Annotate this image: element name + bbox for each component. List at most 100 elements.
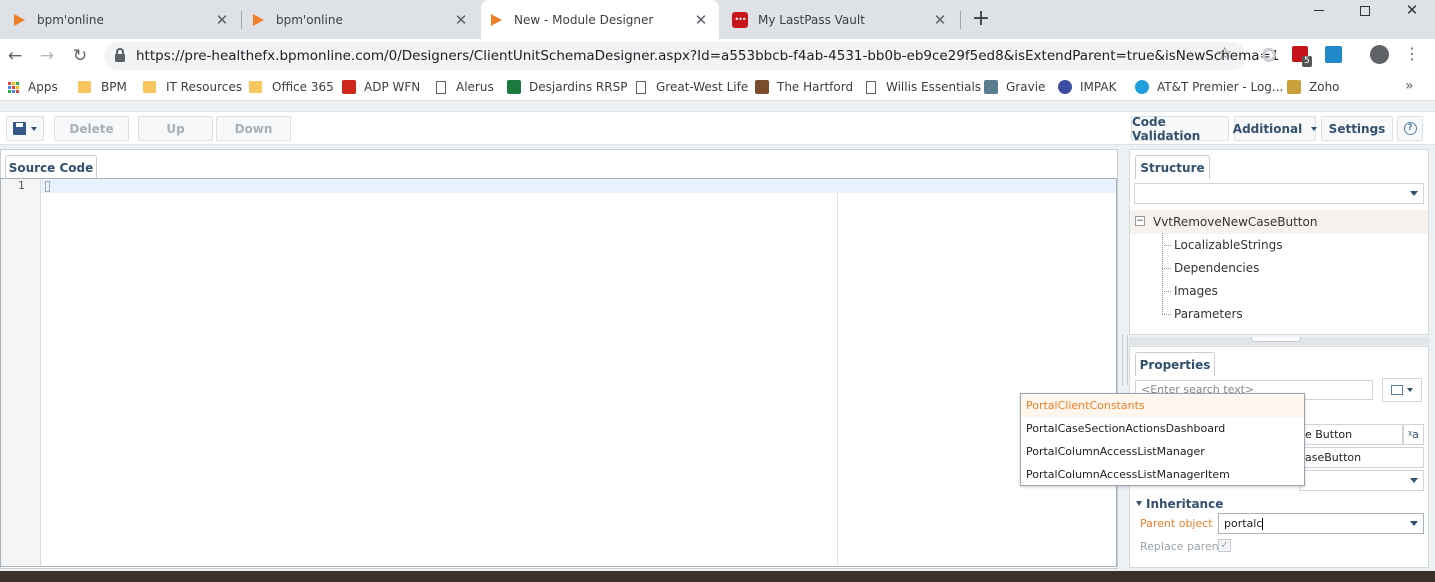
bookmark-label: Gravie: [1006, 80, 1046, 94]
browser-tab-4[interactable]: ••• My LastPass Vault ✕: [722, 0, 958, 39]
inheritance-section-title[interactable]: Inheritance: [1146, 497, 1223, 511]
bookmark-the-hartford[interactable]: The Hartford: [755, 78, 853, 96]
bookmark-great-west-life[interactable]: Great-West Life: [636, 78, 748, 96]
tree-node-images[interactable]: Images: [1174, 284, 1218, 298]
close-icon[interactable]: ✕: [453, 11, 469, 29]
att-globe-icon: [1135, 80, 1149, 94]
maximize-button[interactable]: [1350, 0, 1380, 20]
collapse-icon[interactable]: −: [1135, 216, 1145, 226]
bookmark-adp-wfn[interactable]: ADP WFN: [342, 78, 420, 96]
caption-field[interactable]: e Button: [1299, 424, 1403, 445]
code-validation-button[interactable]: Code Validation: [1131, 115, 1229, 143]
tab-structure[interactable]: Structure: [1135, 155, 1210, 179]
autocomplete-item-highlighted[interactable]: PortalClientConstants: [1026, 399, 1145, 412]
back-button[interactable]: ←: [5, 46, 25, 66]
down-button[interactable]: Down: [216, 116, 291, 141]
bookmark-zoho[interactable]: Zoho: [1287, 78, 1340, 96]
gravie-icon: [984, 80, 998, 94]
tab-source-code[interactable]: Source Code: [5, 155, 97, 179]
replace-parent-checkbox[interactable]: ✓: [1218, 539, 1231, 552]
tree-node-localizable-strings[interactable]: LocalizableStrings: [1174, 238, 1283, 252]
chevron-down-icon: [1410, 521, 1418, 526]
saml-extension-icon[interactable]: [1325, 46, 1342, 63]
browser-tab-2[interactable]: bpm'online ✕: [243, 0, 479, 39]
bookmark-it-resources[interactable]: IT Resources: [143, 78, 242, 96]
zoho-icon: [1287, 80, 1301, 94]
more-bookmarks-button[interactable]: »: [1405, 78, 1414, 94]
bookmark-label: Great-West Life: [656, 80, 749, 94]
profile-avatar[interactable]: [1370, 45, 1389, 64]
tab-title: bpm'online: [276, 12, 343, 27]
tab-properties[interactable]: Properties: [1135, 352, 1215, 376]
bookmark-bpm[interactable]: BPM: [78, 78, 127, 96]
tab-title: bpm'online: [37, 12, 104, 27]
tab-divider: [241, 11, 242, 29]
chevron-down-icon: [1407, 388, 1413, 392]
bookmark-apps[interactable]: Apps: [8, 78, 58, 96]
adp-icon: [342, 80, 356, 94]
taskbar-edge: [0, 571, 1435, 582]
settings-button[interactable]: Settings: [1321, 116, 1393, 141]
package-select[interactable]: [1299, 470, 1424, 491]
bookmark-willis-essentials[interactable]: Willis Essentials: [866, 78, 981, 96]
window-close-button[interactable]: ✕: [1397, 0, 1427, 20]
autocomplete-item[interactable]: PortalColumnAccessListManager: [1026, 445, 1205, 458]
delete-button[interactable]: Delete: [54, 116, 129, 141]
code-editor[interactable]: [0, 178, 1117, 567]
save-button[interactable]: [6, 116, 44, 141]
text-cursor: [1262, 518, 1264, 530]
additional-button[interactable]: Additional: [1233, 116, 1318, 141]
tree-node-parameters[interactable]: Parameters: [1174, 307, 1243, 321]
bookmark-label: Alerus: [456, 80, 494, 94]
close-icon[interactable]: ✕: [693, 11, 709, 29]
bookmark-alerus[interactable]: Alerus: [436, 78, 494, 96]
bookmark-desjardins-rrsp[interactable]: Desjardins RRSP: [507, 78, 627, 96]
bookmark-star-icon[interactable]: ☆: [1217, 44, 1232, 64]
view-mode-button[interactable]: [1382, 378, 1422, 402]
reload-button[interactable]: ↻: [70, 46, 90, 66]
extension-badge: 5: [1302, 56, 1312, 67]
chrome-menu-icon[interactable]: ⋮: [1404, 45, 1420, 63]
dropdown-button[interactable]: [1405, 184, 1423, 203]
extension-circle-icon[interactable]: [1262, 48, 1276, 62]
dropdown-button[interactable]: [1405, 471, 1423, 490]
browser-tab-1[interactable]: bpm'online ✕: [4, 0, 240, 39]
panel-splitter[interactable]: [1129, 337, 1429, 345]
localize-icon[interactable]: ᵡa: [1403, 424, 1424, 445]
help-icon: ?: [1403, 122, 1417, 135]
bookmark-office-365[interactable]: Office 365: [249, 78, 334, 96]
bookmark-att-premier[interactable]: AT&T Premier - Log...: [1135, 78, 1283, 96]
bookmark-impak[interactable]: IMPAK: [1058, 78, 1116, 96]
name-field[interactable]: aseButton: [1299, 447, 1424, 468]
minimize-button[interactable]: [1304, 0, 1334, 20]
section-collapse-icon[interactable]: [1136, 501, 1142, 506]
replace-parent-label: Replace parent: [1140, 540, 1224, 553]
autocomplete-item[interactable]: PortalColumnAccessListManagerItem: [1026, 468, 1230, 481]
tree-root-node[interactable]: VvtRemoveNewCaseButton: [1153, 215, 1317, 229]
page-icon: [636, 80, 646, 94]
bookmark-label: Apps: [28, 80, 58, 94]
desjardins-icon: [507, 80, 521, 94]
print-margin-line: [837, 193, 838, 566]
chevron-down-icon: [1410, 478, 1418, 483]
new-tab-button[interactable]: +: [970, 8, 992, 30]
parent-object-input[interactable]: portalc: [1218, 513, 1424, 534]
forward-button[interactable]: →: [37, 46, 57, 66]
bookmark-gravie[interactable]: Gravie: [984, 78, 1045, 96]
autocomplete-item[interactable]: PortalCaseSectionActionsDashboard: [1026, 422, 1225, 435]
bookmark-label: AT&T Premier - Log...: [1157, 80, 1284, 94]
bpmonline-favicon-icon: [14, 13, 25, 26]
close-icon[interactable]: ✕: [214, 11, 230, 29]
url-text[interactable]: https://pre-healthefx.bpmonline.com/0/De…: [136, 48, 1279, 64]
up-button[interactable]: Up: [138, 116, 213, 141]
tree-node-dependencies[interactable]: Dependencies: [1174, 261, 1259, 275]
structure-filter-select[interactable]: [1134, 183, 1424, 204]
dropdown-button[interactable]: [1405, 514, 1423, 533]
help-button[interactable]: ?: [1397, 116, 1423, 141]
close-icon[interactable]: ✕: [932, 11, 948, 29]
browser-tab-active[interactable]: New - Module Designer ✕: [481, 0, 719, 39]
panel-resize-handle[interactable]: [1122, 335, 1128, 385]
impak-icon: [1058, 80, 1072, 94]
folder-icon: [143, 81, 156, 93]
list-view-icon: [1391, 385, 1403, 395]
